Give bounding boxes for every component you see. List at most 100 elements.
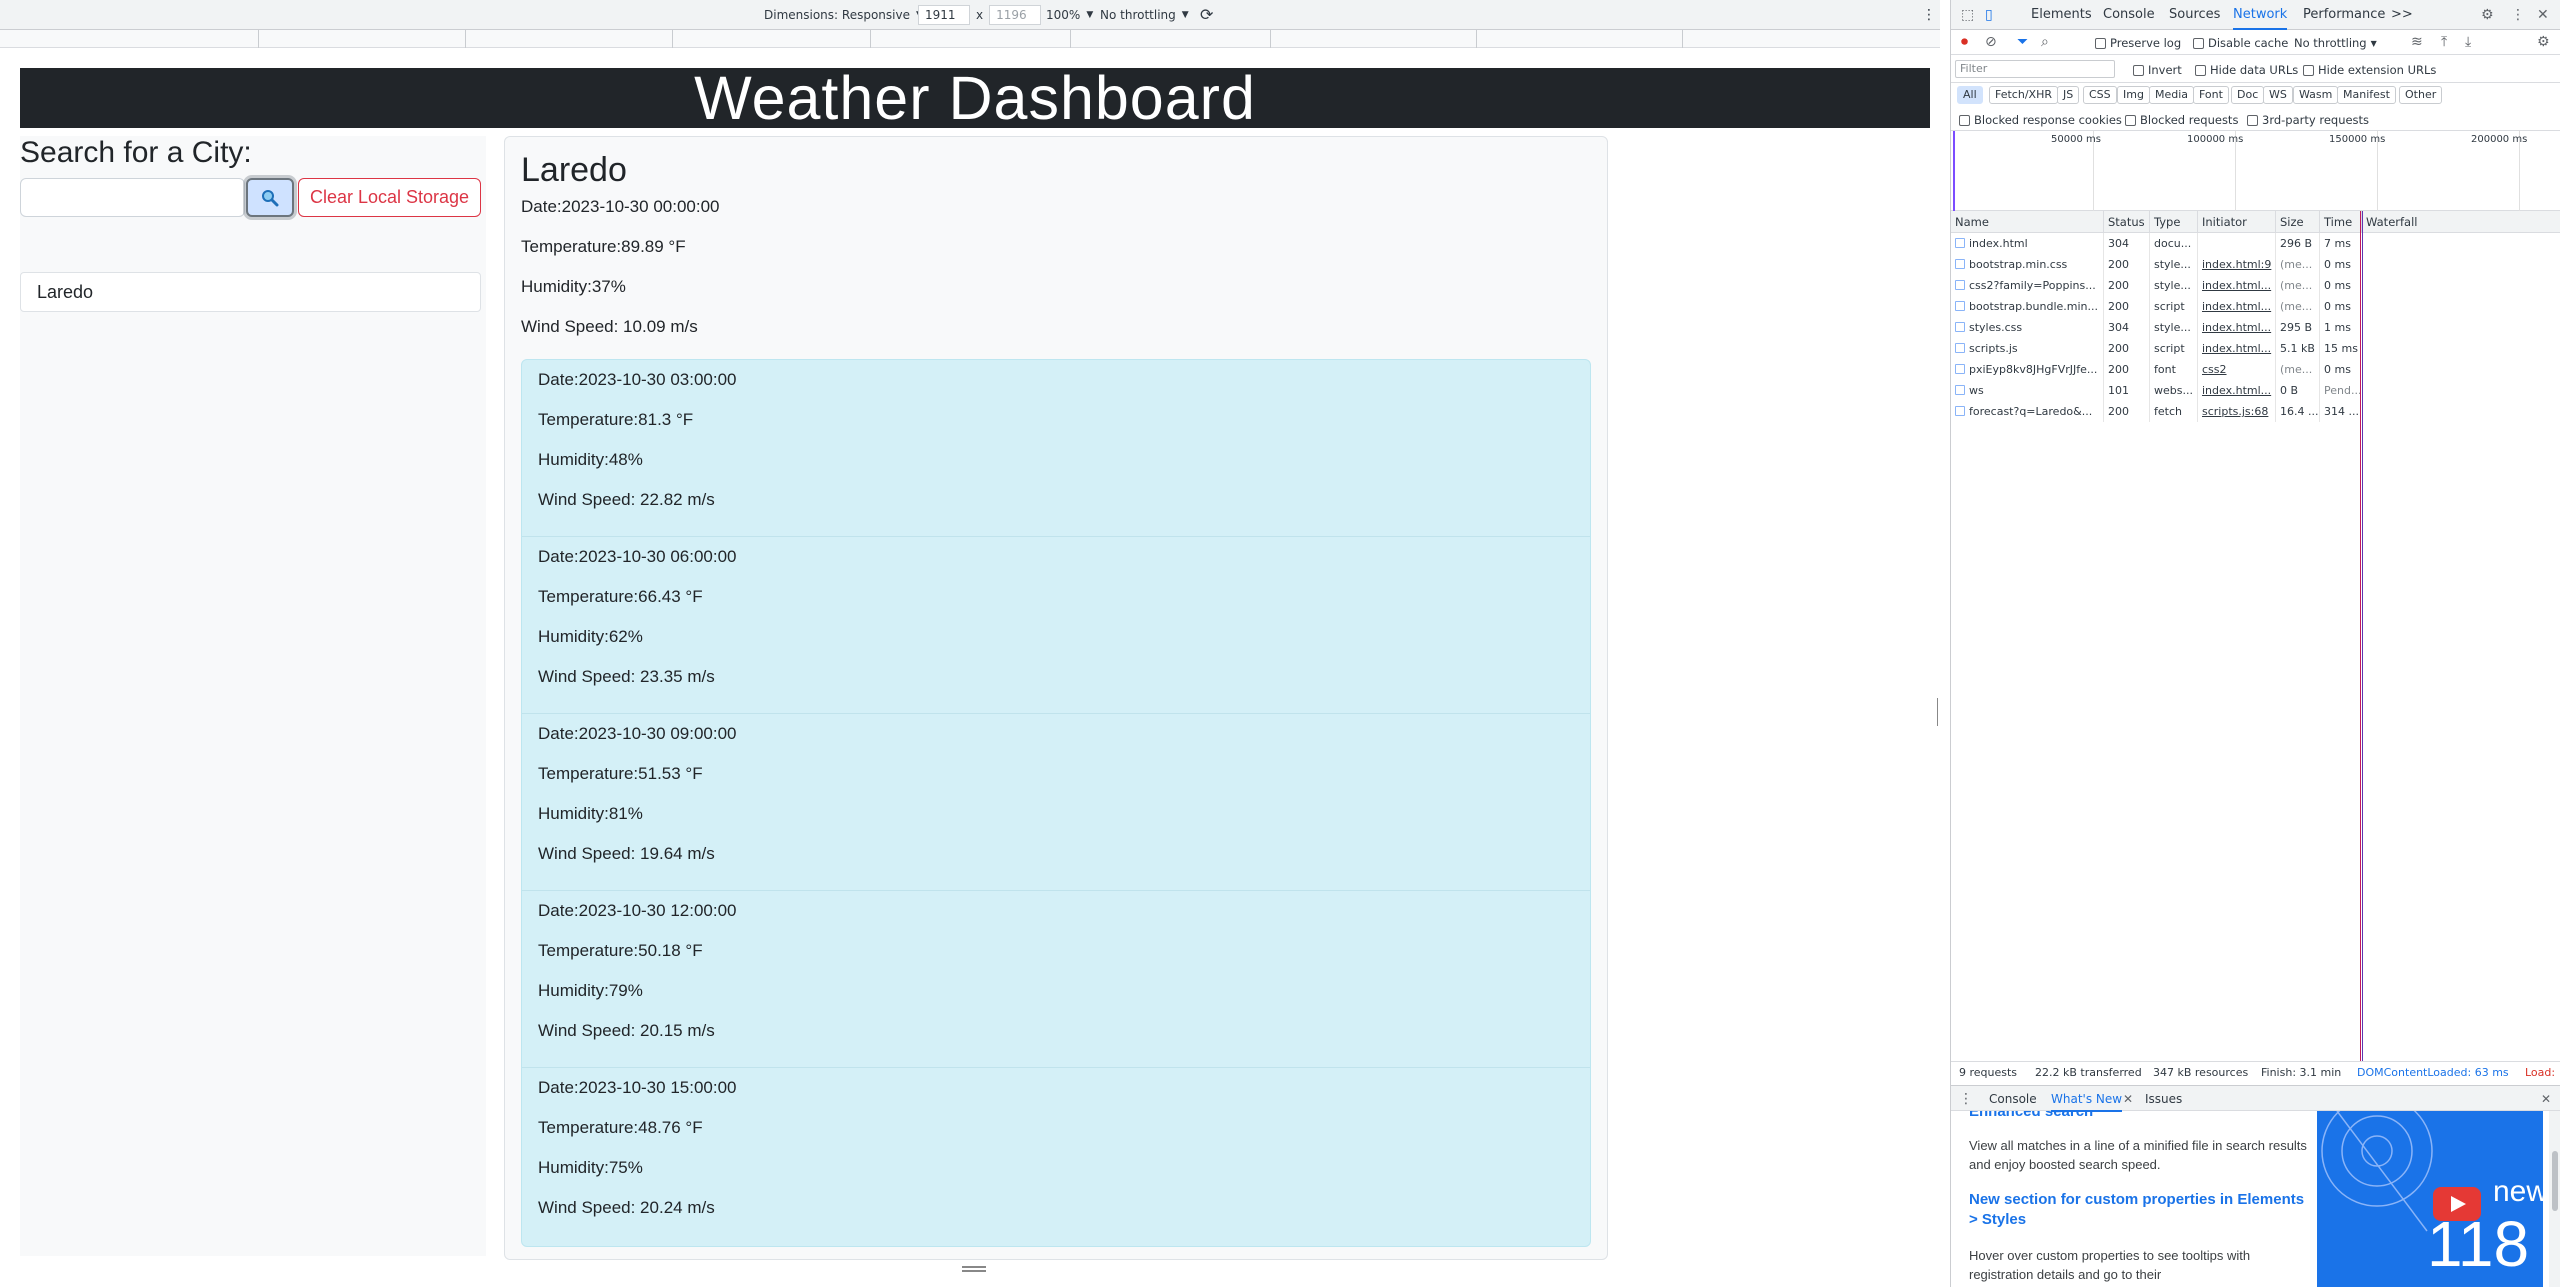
tab-elements[interactable]: Elements bbox=[2031, 0, 2092, 30]
cell-initiator[interactable] bbox=[2197, 233, 2275, 254]
filter-doc[interactable]: Doc bbox=[2231, 86, 2265, 104]
drawer-tab-whats-new[interactable]: What's New bbox=[2051, 1086, 2123, 1112]
invert-checkbox[interactable]: Invert bbox=[2133, 63, 2182, 77]
ruler-segment[interactable] bbox=[1682, 30, 1683, 48]
ruler-segment[interactable] bbox=[1070, 30, 1071, 48]
filter-other[interactable]: Other bbox=[2399, 86, 2443, 104]
scrollbar-thumb[interactable] bbox=[2552, 1151, 2558, 1211]
tab-performance[interactable]: Performance bbox=[2303, 0, 2385, 30]
network-throttling-dropdown[interactable]: No throttling ▼ bbox=[2294, 36, 2377, 50]
cell-initiator[interactable]: scripts.js:68 bbox=[2197, 401, 2275, 422]
ruler-segment[interactable] bbox=[672, 30, 673, 48]
inspect-element-icon[interactable]: ⬚ bbox=[1961, 7, 1974, 23]
column-initiator[interactable]: Initiator bbox=[2197, 211, 2275, 233]
hide-extension-urls-checkbox[interactable]: Hide extension URLs bbox=[2303, 63, 2436, 77]
drawer-scrollbar[interactable] bbox=[2549, 1111, 2560, 1287]
filter-img[interactable]: Img bbox=[2117, 86, 2150, 104]
history-item-laredo[interactable]: Laredo bbox=[20, 272, 481, 312]
search-button[interactable] bbox=[246, 178, 294, 217]
cell-initiator[interactable]: index.html:9 bbox=[2197, 254, 2275, 275]
filter-css[interactable]: CSS bbox=[2083, 86, 2117, 104]
drawer-tab-console[interactable]: Console bbox=[1989, 1086, 2037, 1112]
filter-media[interactable]: Media bbox=[2149, 86, 2195, 104]
request-row[interactable]: bootstrap.bundle.min... 200 script index.ht… bbox=[1951, 296, 2560, 317]
request-row[interactable]: forecast?q=Laredo&... 200 fetch scripts.js:… bbox=[1951, 401, 2560, 422]
network-overview[interactable]: 50000 ms 100000 ms 150000 ms 200000 ms bbox=[1951, 131, 2560, 211]
cell-initiator[interactable]: css2 bbox=[2197, 359, 2275, 380]
ruler-segment[interactable] bbox=[1476, 30, 1477, 48]
drawer-tab-issues[interactable]: Issues bbox=[2145, 1086, 2182, 1112]
viewport-width-handle[interactable] bbox=[1937, 698, 1940, 726]
request-row[interactable]: pxiEyp8kv8JHgFVrJJfe... 200 font css2 (me...… bbox=[1951, 359, 2560, 380]
network-settings-icon[interactable]: ⚙ bbox=[2537, 34, 2550, 50]
column-waterfall[interactable]: Waterfall bbox=[2361, 211, 2560, 233]
clear-local-storage-button[interactable]: Clear Local Storage bbox=[298, 178, 481, 217]
cell-initiator[interactable]: index.html... bbox=[2197, 317, 2275, 338]
column-name[interactable]: Name bbox=[1951, 211, 2103, 233]
more-options-icon[interactable]: ⋮ bbox=[1922, 0, 1936, 30]
tab-console[interactable]: Console bbox=[2103, 0, 2155, 30]
third-party-requests-checkbox[interactable]: 3rd-party requests bbox=[2247, 113, 2369, 127]
request-row[interactable]: scripts.js 200 script index.html... 5.1 kB 15… bbox=[1951, 338, 2560, 359]
filter-font[interactable]: Font bbox=[2193, 86, 2229, 104]
more-options-icon[interactable]: ⋮ bbox=[2511, 7, 2525, 23]
column-time[interactable]: Time bbox=[2319, 211, 2361, 233]
cell-initiator[interactable]: index.html... bbox=[2197, 275, 2275, 296]
whats-new-partial-heading[interactable]: Enhanced search bbox=[1969, 1111, 2309, 1120]
blocked-response-cookies-checkbox[interactable]: Blocked response cookies bbox=[1959, 113, 2122, 127]
close-drawer-icon[interactable]: ✕ bbox=[2541, 1091, 2551, 1107]
cell-initiator[interactable]: index.html... bbox=[2197, 380, 2275, 401]
zoom-dropdown[interactable]: 100% ▼ bbox=[1046, 0, 1093, 30]
blocked-requests-checkbox[interactable]: Blocked requests bbox=[2125, 113, 2238, 127]
more-tabs-icon[interactable]: >> bbox=[2391, 0, 2413, 30]
viewport-resize-handle[interactable] bbox=[962, 1266, 986, 1272]
request-row[interactable]: ws 101 webs... index.html... 0 B Pend... bbox=[1951, 380, 2560, 401]
disable-cache-checkbox[interactable]: Disable cache bbox=[2193, 36, 2288, 50]
ruler-segment[interactable] bbox=[465, 30, 466, 48]
column-size[interactable]: Size bbox=[2275, 211, 2319, 233]
column-type[interactable]: Type bbox=[2149, 211, 2197, 233]
ruler-segment[interactable] bbox=[1270, 30, 1271, 48]
filter-fetch-xhr[interactable]: Fetch/XHR bbox=[1989, 86, 2058, 104]
ruler-segment[interactable] bbox=[258, 30, 259, 48]
close-tab-icon[interactable]: ✕ bbox=[2123, 1091, 2133, 1107]
close-icon[interactable]: ✕ bbox=[2537, 7, 2549, 23]
filter-wasm[interactable]: Wasm bbox=[2293, 86, 2339, 104]
request-row[interactable]: css2?family=Poppins... 200 style... index.h… bbox=[1951, 275, 2560, 296]
clear-icon[interactable]: ⊘ bbox=[1985, 34, 1997, 50]
play-video-icon[interactable] bbox=[2433, 1187, 2481, 1221]
filter-input[interactable]: Filter bbox=[1955, 60, 2115, 78]
export-har-icon[interactable]: ⤓ bbox=[2465, 34, 2471, 50]
filter-all[interactable]: All bbox=[1957, 86, 1983, 104]
dimensions-dropdown[interactable]: Dimensions: Responsive▼ bbox=[764, 0, 923, 30]
filter-icon[interactable]: ⏷ bbox=[2017, 34, 2028, 50]
video-thumbnail[interactable]: new 118 bbox=[2317, 1111, 2543, 1287]
filter-manifest[interactable]: Manifest bbox=[2337, 86, 2396, 104]
import-har-icon[interactable]: ⤒ bbox=[2441, 34, 2447, 50]
height-input[interactable]: 1196 bbox=[989, 4, 1042, 25]
device-toggle-icon[interactable]: ▯ bbox=[1985, 7, 1993, 23]
filter-ws[interactable]: WS bbox=[2263, 86, 2293, 104]
request-row[interactable]: index.html 304 docu... 296 B 7 ms bbox=[1951, 233, 2560, 254]
drawer-menu-icon[interactable]: ⋮ bbox=[1959, 1091, 1973, 1107]
rotate-icon[interactable]: ⟳ bbox=[1200, 0, 1213, 30]
search-icon[interactable]: ⌕ bbox=[2041, 34, 2049, 50]
network-conditions-icon[interactable]: ≋ bbox=[2411, 34, 2423, 50]
city-search-input[interactable] bbox=[20, 178, 245, 217]
cell-initiator[interactable]: index.html... bbox=[2197, 296, 2275, 317]
filter-js[interactable]: JS bbox=[2057, 86, 2080, 104]
request-row[interactable]: styles.css 304 style... index.html... 295 B 1… bbox=[1951, 317, 2560, 338]
settings-icon[interactable]: ⚙ bbox=[2481, 7, 2494, 23]
request-row[interactable]: bootstrap.min.css 200 style... index.html:9… bbox=[1951, 254, 2560, 275]
preserve-log-checkbox[interactable]: Preserve log bbox=[2095, 36, 2181, 50]
column-status[interactable]: Status bbox=[2103, 211, 2149, 233]
ruler-segment[interactable] bbox=[870, 30, 871, 48]
record-icon[interactable]: ⏺ bbox=[1961, 34, 1968, 50]
hide-data-urls-checkbox[interactable]: Hide data URLs bbox=[2195, 63, 2298, 77]
tab-network[interactable]: Network bbox=[2233, 0, 2288, 30]
cell-initiator[interactable]: index.html... bbox=[2197, 338, 2275, 359]
whats-new-heading[interactable]: New section for custom properties in Ele… bbox=[1969, 1190, 2309, 1230]
tab-sources[interactable]: Sources bbox=[2169, 0, 2220, 30]
throttle-dropdown[interactable]: No throttling ▼ bbox=[1100, 0, 1189, 30]
width-input[interactable]: 1911 bbox=[918, 4, 970, 25]
